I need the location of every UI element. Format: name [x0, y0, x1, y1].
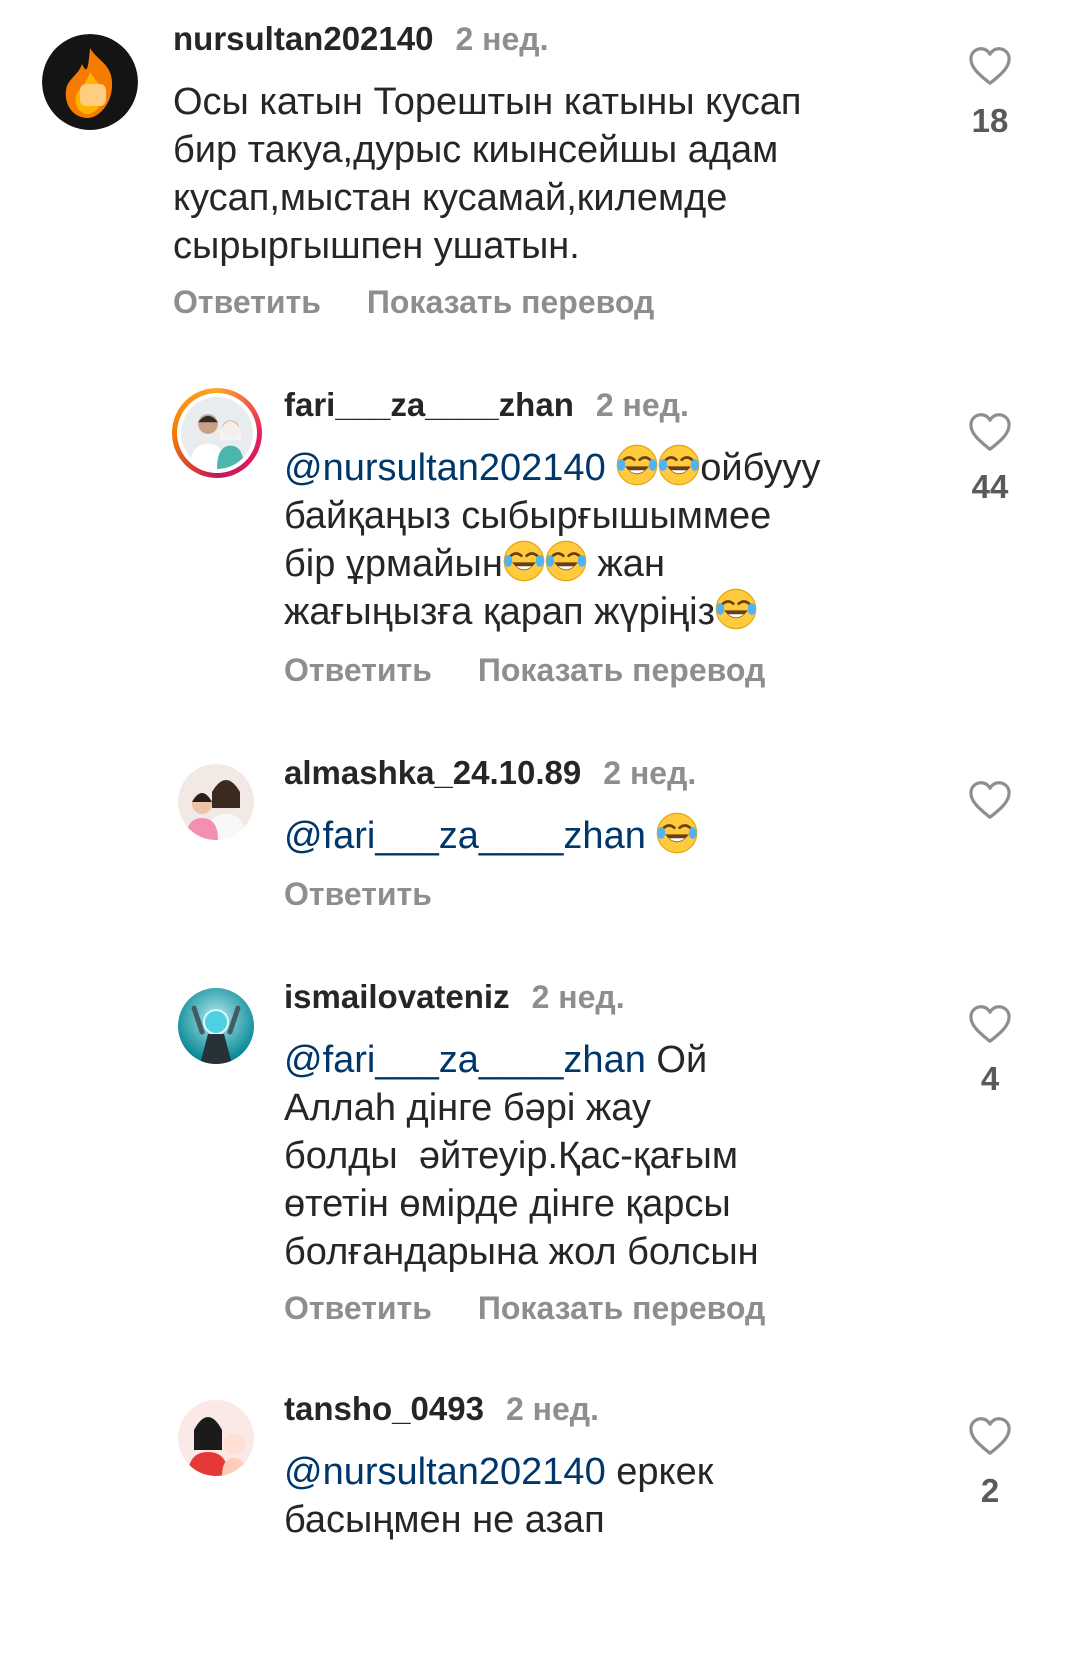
reply-button[interactable]: Ответить — [173, 284, 321, 321]
avatar[interactable] — [178, 764, 254, 840]
comment-line: сырыргышпен ушатын. — [173, 225, 580, 267]
mention-link[interactable]: @nursultan202140 — [284, 447, 606, 489]
comment-text-fragment: ойбууу — [700, 447, 821, 489]
mention-link[interactable]: @fari___za____zhan — [284, 815, 646, 857]
like-control: 18 — [930, 46, 1050, 140]
tears-of-joy-emoji — [656, 812, 698, 854]
like-count: 4 — [980, 1060, 1000, 1097]
comment-line: болды әйтеуір.Қас-қағым — [284, 1135, 738, 1177]
tears-of-joy-emoji — [715, 588, 757, 630]
username[interactable]: almashka_24.10.89 — [284, 754, 581, 792]
username[interactable]: fari___za____zhan — [284, 386, 574, 424]
avatar[interactable] — [178, 988, 254, 1064]
tears-of-joy-emoji — [545, 540, 587, 582]
comment-line: байқаңыз сыбырғышыммее — [284, 495, 772, 537]
tears-of-joy-emoji — [616, 444, 658, 486]
reply-button[interactable]: Ответить — [284, 876, 432, 913]
comment-text-fragment: еркек — [605, 1451, 714, 1493]
timestamp: 2 нед. — [603, 755, 697, 791]
heart-outline-icon[interactable] — [968, 46, 1012, 86]
avatar[interactable] — [178, 1400, 254, 1476]
reply-button[interactable]: Ответить — [284, 1290, 432, 1327]
comment-text: @fari___za____zhan Ой Аллаһ дінге бәрі ж… — [284, 1036, 904, 1276]
mention-link[interactable]: @nursultan202140 — [284, 1451, 606, 1493]
comment-text: Осы катын Торештын катыны кусап бир таку… — [173, 78, 893, 270]
show-translation-button[interactable]: Показать перевод — [478, 652, 765, 689]
like-count: 44 — [971, 468, 1009, 505]
comment-text-fragment: Ой — [645, 1039, 708, 1081]
like-count: 18 — [971, 102, 1009, 139]
comment-text: @nursultan202140 еркек басыңмен не азап — [284, 1448, 904, 1544]
mention-link[interactable]: @fari___za____zhan — [284, 1039, 646, 1081]
reply-button[interactable]: Ответить — [284, 652, 432, 689]
comment-text-fragment: жан — [586, 543, 665, 585]
username[interactable]: tansho_0493 — [284, 1390, 484, 1428]
avatar[interactable] — [42, 34, 138, 130]
timestamp: 2 нед. — [455, 21, 549, 57]
timestamp: 2 нед. — [595, 387, 689, 423]
comment-line: Осы катын Торештын катыны кусап — [173, 81, 802, 123]
comment-line: басыңмен не азап — [284, 1499, 605, 1541]
tears-of-joy-emoji — [503, 540, 545, 582]
tears-of-joy-emoji — [658, 444, 700, 486]
comment-text-fragment: жағыңызға қарап жүріңіз — [284, 591, 716, 633]
comment-line: кусап,мыстан кусамай,килемде — [173, 177, 728, 219]
like-control — [930, 780, 1050, 820]
show-translation-button[interactable]: Показать перевод — [478, 1290, 765, 1327]
heart-outline-icon[interactable] — [968, 780, 1012, 820]
like-control: 44 — [930, 412, 1050, 506]
comment-line: бир такуа,дурыс киынсейшы адам — [173, 129, 779, 171]
heart-outline-icon[interactable] — [968, 1416, 1012, 1456]
show-translation-button[interactable]: Показать перевод — [367, 284, 654, 321]
username[interactable]: ismailovateniz — [284, 978, 510, 1016]
like-control: 4 — [930, 1004, 1050, 1098]
like-count: 2 — [980, 1472, 1000, 1509]
timestamp: 2 нед. — [531, 979, 625, 1015]
comment-text: @nursultan202140 ойбууу байқаңыз сыбырғы… — [284, 444, 904, 636]
heart-outline-icon[interactable] — [968, 412, 1012, 452]
comment-line: өтетін өмірде дінге қарсы — [284, 1183, 731, 1225]
comment-line: Аллаһ дінге бәрі жау — [284, 1087, 651, 1129]
comment-text-fragment: бір ұрмайын — [284, 543, 503, 585]
avatar[interactable] — [172, 388, 262, 478]
comment-text: @fari___za____zhan — [284, 812, 904, 860]
timestamp: 2 нед. — [505, 1391, 599, 1427]
heart-outline-icon[interactable] — [968, 1004, 1012, 1044]
like-control: 2 — [930, 1416, 1050, 1510]
comment-item: nursultan202140 2 нед. Осы катын Торешты… — [0, 0, 1080, 340]
username[interactable]: nursultan202140 — [173, 20, 433, 58]
comment-line: болғандарына жол болсын — [284, 1231, 759, 1273]
